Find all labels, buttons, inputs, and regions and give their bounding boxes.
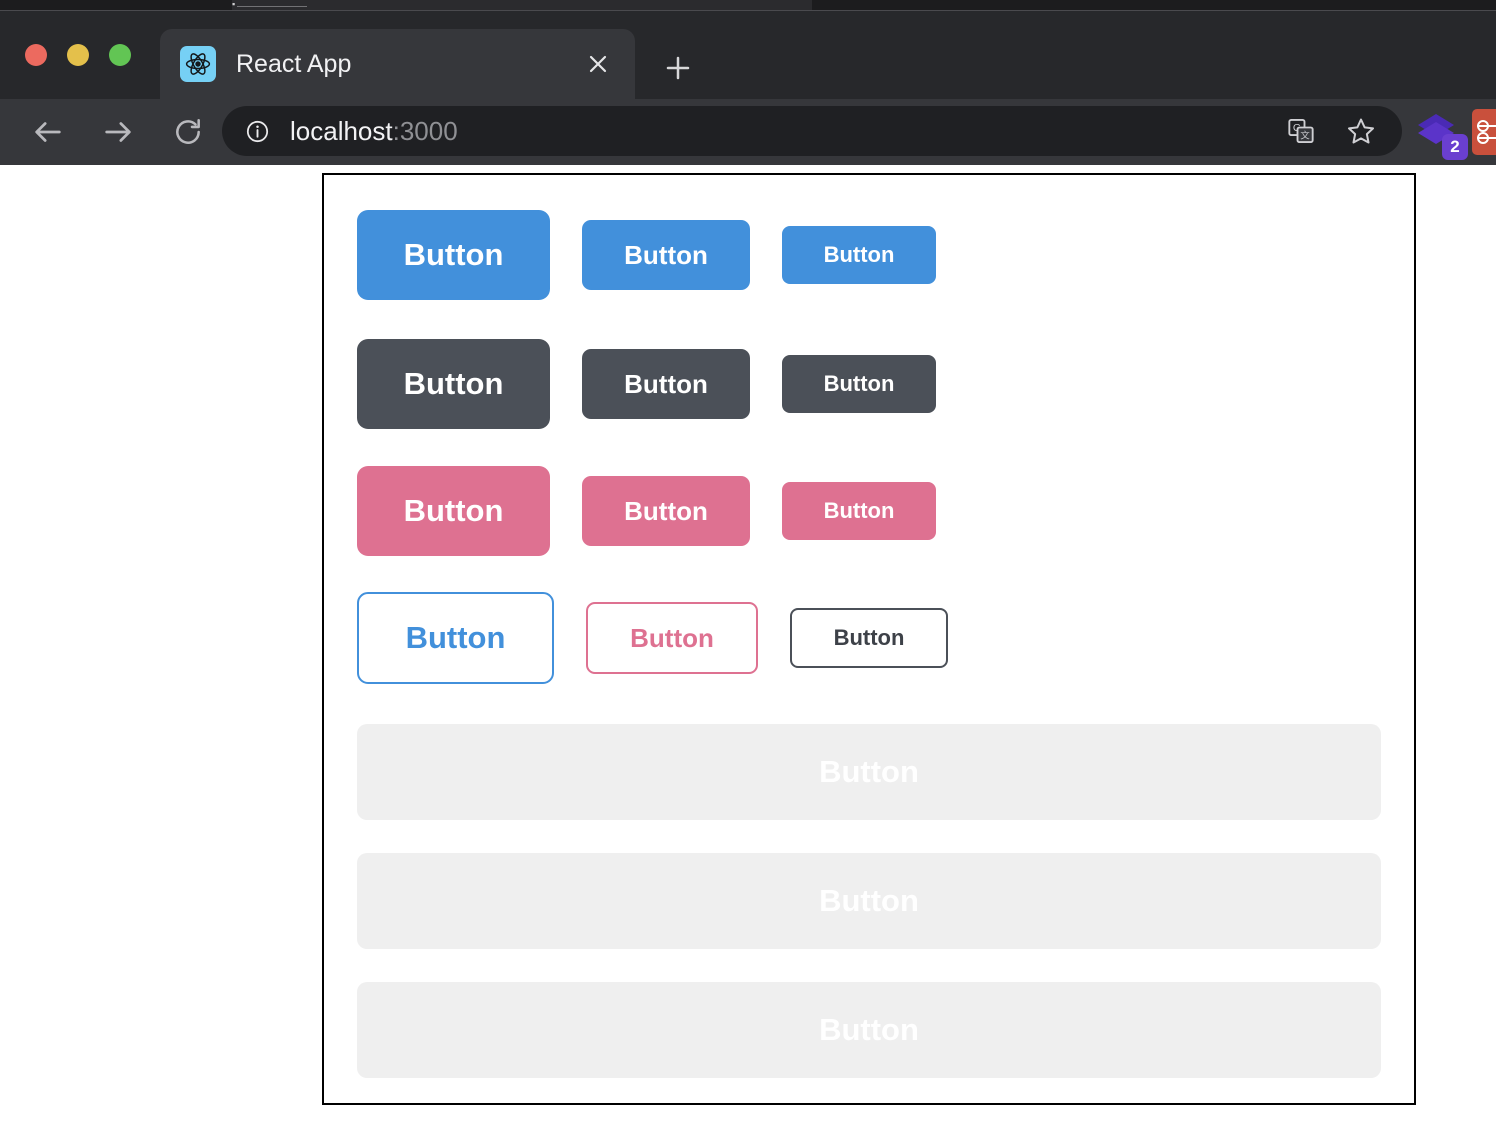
maximize-window-button[interactable] xyxy=(109,44,131,66)
address-bar[interactable]: localhost:3000 G 文 xyxy=(222,106,1402,156)
browser-toolbar: localhost:3000 G 文 xyxy=(0,99,1496,165)
extension-toolbar: 2 xyxy=(1414,99,1496,165)
traffic-lights xyxy=(25,44,131,66)
address-bar-actions: G 文 xyxy=(1286,116,1376,146)
background-window-tabstrip: ▪ ................................... xyxy=(232,0,812,10)
app-container: Button Button Button Button Button Butto… xyxy=(322,173,1416,1105)
react-logo-icon xyxy=(180,46,216,82)
block-button-pink[interactable]: Button xyxy=(357,853,1381,949)
forward-button[interactable] xyxy=(92,106,144,158)
tab-strip: React App xyxy=(0,11,1496,99)
tab-title: React App xyxy=(236,49,352,78)
dark-buttons-row: Button Button Button xyxy=(357,339,1381,429)
background-window-sliver: ▪ ................................... xyxy=(0,0,1496,10)
info-circle-icon[interactable] xyxy=(244,118,270,144)
svg-text:文: 文 xyxy=(1300,129,1309,140)
dark-button-medium[interactable]: Button xyxy=(582,349,750,419)
block-button-primary[interactable]: Button xyxy=(357,724,1381,820)
close-icon[interactable] xyxy=(581,47,615,81)
pink-buttons-row: Button Button Button xyxy=(357,466,1381,556)
primary-button-small[interactable]: Button xyxy=(782,226,936,284)
background-window-left xyxy=(0,0,232,10)
browser-tab[interactable]: React App xyxy=(160,29,635,99)
reload-button[interactable] xyxy=(162,106,214,158)
close-window-button[interactable] xyxy=(25,44,47,66)
back-button[interactable] xyxy=(22,106,74,158)
browser-window: React App localhost:3000 文 2 Button Butt… xyxy=(0,10,1496,1127)
purple-layers-extension-icon[interactable]: 2 xyxy=(1414,110,1468,160)
dark-button-large[interactable]: Button xyxy=(357,339,550,429)
red-extension-icon[interactable] xyxy=(1472,109,1496,155)
page-viewport: Button Button Button Button Button Butto… xyxy=(0,165,1496,1127)
extension-badge-count: 2 xyxy=(1442,134,1468,160)
pink-button-medium[interactable]: Button xyxy=(582,476,750,546)
minimize-window-button[interactable] xyxy=(67,44,89,66)
address-bar-url: localhost:3000 xyxy=(290,116,458,147)
primary-button-medium[interactable]: Button xyxy=(582,220,750,290)
pink-button-small[interactable]: Button xyxy=(782,482,936,540)
outline-buttons-row: Button Button Button xyxy=(357,592,1381,684)
outline-dark-button-small[interactable]: Button xyxy=(790,608,948,668)
button-showcase: Button Button Button Button Button Butto… xyxy=(357,210,1381,1078)
outline-primary-button-large[interactable]: Button xyxy=(357,592,554,684)
url-port: :3000 xyxy=(392,115,458,146)
new-tab-button[interactable] xyxy=(655,45,701,91)
outline-pink-button-medium[interactable]: Button xyxy=(586,602,758,674)
dark-button-small[interactable]: Button xyxy=(782,355,936,413)
pink-button-large[interactable]: Button xyxy=(357,466,550,556)
translate-icon[interactable]: G 文 xyxy=(1286,116,1316,146)
url-host: localhost xyxy=(290,115,393,146)
primary-buttons-row: Button Button Button xyxy=(357,210,1381,300)
block-button-dark[interactable]: Button xyxy=(357,982,1381,1078)
primary-button-large[interactable]: Button xyxy=(357,210,550,300)
star-icon[interactable] xyxy=(1346,116,1376,146)
